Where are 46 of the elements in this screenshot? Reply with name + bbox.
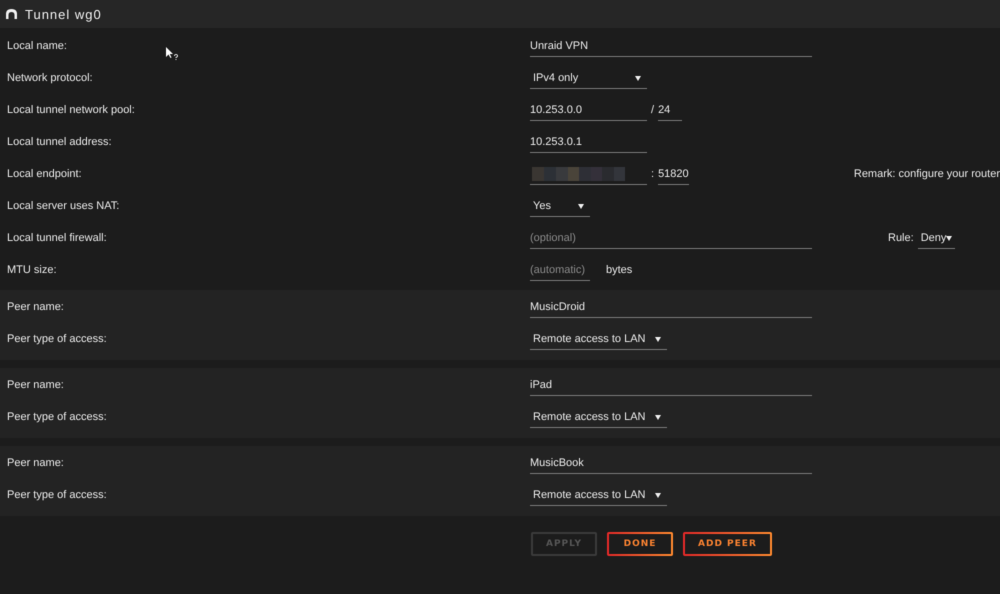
- caret-icon: [655, 336, 661, 342]
- field-label: Peer name:: [6, 301, 65, 313]
- field-label: MTU size:: [6, 264, 58, 276]
- select-field[interactable]: Remote access to LAN: [530, 484, 667, 506]
- remark-text: Remark: configure your router: [854, 168, 1000, 180]
- input-field[interactable]: (optional): [530, 227, 812, 249]
- unit-label: bytes: [606, 264, 632, 276]
- field-label: Local tunnel address:: [6, 136, 113, 148]
- separator: :: [651, 168, 654, 180]
- field-label: Network protocol:: [6, 72, 94, 84]
- field-label: Local endpoint:: [6, 168, 83, 180]
- input-field[interactable]: 24: [658, 99, 682, 121]
- input-field[interactable]: MusicBook: [530, 452, 812, 474]
- input-field[interactable]: 51820: [658, 163, 689, 185]
- field-label: Local name:: [6, 40, 68, 52]
- field-label: Peer type of access:: [6, 333, 108, 345]
- field-label: Local server uses NAT:: [6, 200, 120, 212]
- tunnel-title: Tunnel wg0: [25, 6, 102, 22]
- field-label: Peer type of access:: [6, 411, 108, 423]
- select-field[interactable]: Remote access to LAN: [530, 328, 667, 350]
- done-button[interactable]: DONE: [607, 532, 674, 556]
- tunnel-icon: [6, 9, 17, 19]
- caret-icon: [635, 74, 641, 80]
- select-field[interactable]: IPv4 only: [530, 67, 647, 89]
- input-field[interactable]: Unraid VPN: [530, 35, 812, 57]
- input-field[interactable]: 10.253.0.1: [530, 131, 647, 153]
- separator: /: [651, 104, 654, 116]
- field-label: Peer name:: [6, 457, 65, 469]
- rule-label: Rule:: [888, 232, 914, 244]
- field-label: Local tunnel network pool:: [6, 104, 136, 116]
- select-field[interactable]: Deny: [918, 227, 955, 249]
- caret-icon: [655, 492, 661, 498]
- field-label: Peer name:: [6, 379, 65, 391]
- field-label: Peer type of access:: [6, 489, 108, 501]
- caret-icon: [655, 414, 661, 420]
- cursor-icon: [166, 47, 178, 60]
- caret-icon: [946, 234, 952, 240]
- add-peer-button[interactable]: ADD PEER: [683, 532, 772, 556]
- input-field[interactable]: MusicDroid: [530, 296, 812, 318]
- input-field[interactable]: 10.253.0.0: [530, 99, 647, 121]
- caret-icon: [578, 202, 584, 208]
- input-field[interactable]: (automatic): [530, 259, 590, 281]
- select-field[interactable]: Yes: [530, 195, 590, 217]
- select-field[interactable]: Remote access to LAN: [530, 406, 667, 428]
- input-field[interactable]: iPad: [530, 374, 812, 396]
- field-label: Local tunnel firewall:: [6, 232, 108, 244]
